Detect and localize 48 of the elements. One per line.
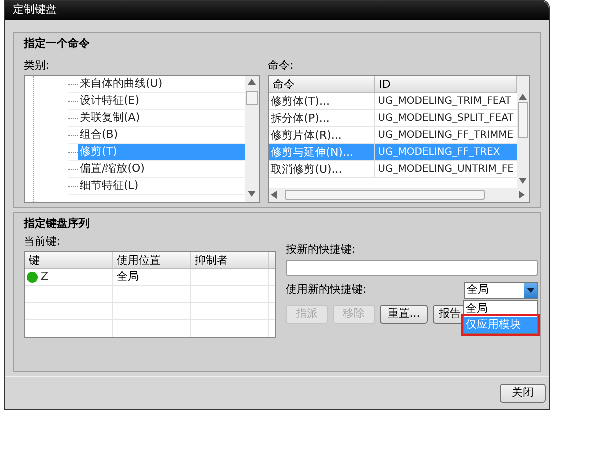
command-row[interactable]: 修剪体(T)... UG_MODELING_TRIM_FEAT bbox=[269, 93, 517, 110]
category-item[interactable]: 组合(B) bbox=[78, 127, 246, 143]
table-cell: 修剪体(T)... bbox=[269, 93, 376, 109]
table-cell-text: 全局 bbox=[117, 268, 139, 285]
table-cell: 修剪片体(R)... bbox=[269, 127, 376, 143]
table-cell-text: UG_MODELING_UNTRIM_FE bbox=[377, 163, 515, 177]
horizontal-scrollbar[interactable] bbox=[269, 188, 529, 202]
new-key-label: 按新的快捷键: bbox=[286, 243, 356, 257]
scroll-down-icon[interactable] bbox=[248, 191, 256, 199]
table-cell-text: Z bbox=[41, 268, 49, 285]
section-title: 指定一个命令 bbox=[24, 36, 90, 52]
command-row[interactable]: 取消修剪(U)... UG_MODELING_UNTRIM_FE bbox=[269, 161, 517, 178]
scroll-right-icon[interactable] bbox=[519, 191, 527, 199]
table-cell-text: UG_MODELING_FF_TREX bbox=[377, 146, 502, 160]
table-cell-text: UG_MODELING_TRIM_FEAT bbox=[377, 95, 512, 109]
column-header[interactable]: 抑制者 bbox=[191, 252, 269, 268]
dialog-button[interactable]: 重置... bbox=[380, 305, 428, 324]
category-item[interactable]: 来自体的曲线(U) bbox=[78, 76, 246, 92]
category-item[interactable]: 偏置/缩放(O) bbox=[78, 161, 246, 177]
close-button[interactable]: 关闭 bbox=[500, 384, 546, 402]
table-cell: 取消修剪(U)... bbox=[269, 161, 376, 177]
category-item[interactable]: 关联复制(A) bbox=[78, 110, 246, 126]
window-title: 定制键盘 bbox=[13, 2, 57, 18]
use-label: 使用新的快捷键: bbox=[286, 282, 367, 298]
section-title: 指定键盘序列 bbox=[24, 216, 90, 232]
scroll-down-icon[interactable] bbox=[519, 178, 527, 186]
scope-dropdown[interactable]: 全局 bbox=[464, 282, 538, 299]
command-row[interactable]: 拆分体(P)... UG_MODELING_SPLIT_FEAT bbox=[269, 110, 517, 127]
scroll-left-icon[interactable] bbox=[271, 191, 280, 199]
commands-label: 命令: bbox=[268, 59, 294, 73]
category-label: 类别: bbox=[24, 59, 50, 73]
column-header[interactable]: 命令 bbox=[269, 76, 376, 92]
scroll-thumb[interactable] bbox=[518, 102, 528, 138]
current-keys-label: 当前键: bbox=[24, 235, 61, 249]
table-cell-text: UG_MODELING_SPLIT_FEAT bbox=[377, 112, 515, 126]
table-cell-text: UG_MODELING_FF_TRIMME bbox=[377, 129, 515, 143]
scroll-thumb[interactable] bbox=[246, 91, 258, 105]
scroll-up-icon[interactable] bbox=[248, 79, 256, 87]
table-cell: 修剪与延伸(N)... bbox=[269, 144, 376, 160]
shortcut-field[interactable] bbox=[286, 260, 538, 276]
table-cell: 拆分体(P)... bbox=[269, 110, 376, 126]
column-header[interactable]: 使用位置 bbox=[113, 252, 191, 268]
scrollbar[interactable] bbox=[245, 76, 260, 202]
scroll-thumb[interactable] bbox=[285, 190, 486, 200]
column-header[interactable]: 键 bbox=[25, 252, 113, 268]
scrollbar[interactable] bbox=[517, 76, 529, 188]
category-item[interactable]: 设计特征(E) bbox=[78, 93, 246, 109]
category-item[interactable]: 细节特征(L) bbox=[78, 178, 246, 194]
